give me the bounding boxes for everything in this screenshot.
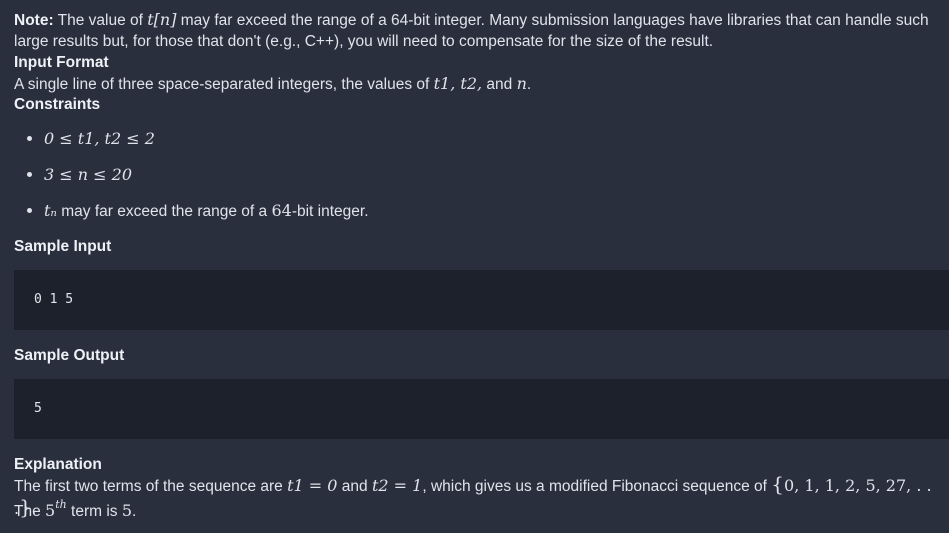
input-format-text-and: and <box>482 76 517 93</box>
sample-input-code: 0 1 5 <box>34 292 74 307</box>
constraint-item: 3 ≤ n ≤ 20 <box>24 162 369 198</box>
input-format-text: A single line of three space-separated i… <box>14 73 939 95</box>
input-format-heading: Input Format <box>14 54 109 71</box>
constraint-math: 0 ≤ t1, t2 ≤ 2 <box>44 129 155 148</box>
constraint-math: 3 ≤ n ≤ 20 <box>44 165 132 184</box>
explanation-text-4: term is <box>66 503 122 520</box>
explanation-sup-th: th <box>55 497 67 511</box>
explanation-math-t2: t2 = 1 <box>371 476 423 495</box>
constraint-math: tₙ <box>44 201 57 220</box>
sample-input-heading: Sample Input <box>14 238 112 255</box>
note-math-tn: t[n] <box>147 10 177 29</box>
explanation-heading: Explanation <box>14 456 102 473</box>
open-brace: { <box>771 472 785 496</box>
note-text-before: The value of <box>53 12 148 29</box>
explanation-text-3: The <box>14 503 46 520</box>
constraints-list: 0 ≤ t1, t2 ≤ 2 3 ≤ n ≤ 20 tₙ may far exc… <box>24 126 369 234</box>
constraints-heading: Constraints <box>14 96 101 113</box>
explanation-math-5b: 5 <box>121 501 133 520</box>
note-paragraph: Note: The value of t[n] may far exceed t… <box>14 9 944 52</box>
constraint-item: tₙ may far exceed the range of a 64-bit … <box>24 198 369 234</box>
sample-output-heading: Sample Output <box>14 347 125 364</box>
explanation-text-and: and <box>337 478 372 495</box>
sample-output-code-block: 5 <box>14 379 949 439</box>
constraint-item: 0 ≤ t1, t2 ≤ 2 <box>24 126 369 162</box>
constraint-text: may far exceed the range of a <box>56 203 272 220</box>
problem-statement: Note: The value of t[n] may far exceed t… <box>0 0 949 533</box>
explanation-text-2: , which gives us a modified Fibonacci se… <box>422 478 772 495</box>
explanation-math-5: 5 <box>45 501 56 520</box>
explanation-text-5: . <box>132 503 137 520</box>
input-format-text-end: . <box>526 76 532 93</box>
sample-output-code: 5 <box>34 401 42 416</box>
explanation-line-2: The 5th term is 5. <box>14 497 939 522</box>
input-format-math-vars: t1, t2, <box>433 74 483 93</box>
note-label: Note: <box>14 12 54 29</box>
sample-input-code-block: 0 1 5 <box>14 270 949 330</box>
constraint-math-64: 64 <box>271 201 292 220</box>
explanation-math-t1: t1 = 0 <box>287 476 338 495</box>
input-format-text-before: A single line of three space-separated i… <box>14 76 434 93</box>
explanation-text-1: The first two terms of the sequence are <box>14 478 288 495</box>
input-format-math-n: n <box>516 74 527 93</box>
constraint-text2: -bit integer. <box>291 203 369 220</box>
